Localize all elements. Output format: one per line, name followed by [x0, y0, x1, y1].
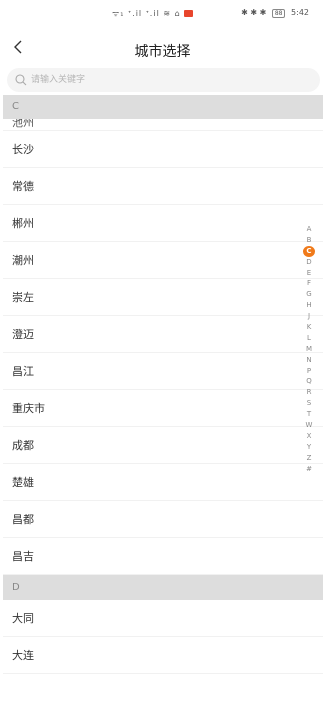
index-letter-j[interactable]: J: [303, 311, 315, 322]
index-letter-q[interactable]: Q: [303, 376, 315, 387]
search-input[interactable]: [31, 70, 301, 90]
page-title: 城市选择: [134, 44, 191, 60]
city-item-partial[interactable]: 池州: [3, 119, 323, 131]
index-letter-t[interactable]: T: [303, 409, 315, 420]
index-letter-w[interactable]: W: [303, 420, 315, 431]
index-letter-s[interactable]: S: [303, 398, 315, 409]
index-letter-z[interactable]: Z: [303, 453, 315, 464]
status-right-group: ✱ ✱ ✱ 88 5:42: [241, 8, 309, 18]
city-item[interactable]: 楚雄: [3, 464, 323, 501]
section-header-c: C: [3, 95, 323, 119]
index-letter-hash[interactable]: #: [303, 464, 315, 475]
index-letter-x[interactable]: X: [303, 431, 315, 442]
city-list-content: C 池州 长沙 常德 郴州 潮州 崇左 澄迈 昌江 重庆市 成都 楚雄 昌都 昌吉 D 大同 大连: [3, 95, 323, 674]
city-item[interactable]: 昌江: [3, 353, 323, 390]
index-letter-d[interactable]: D: [303, 257, 315, 268]
index-letter-y[interactable]: Y: [303, 442, 315, 453]
signal-icons-text: ᯤ₁ ᐩ.il ᐩ.il ≋ ⌂: [112, 9, 181, 18]
city-item[interactable]: 常德: [3, 168, 323, 205]
city-item[interactable]: 大同: [3, 600, 323, 637]
city-item[interactable]: 郴州: [3, 205, 323, 242]
city-item[interactable]: 昌都: [3, 501, 323, 538]
index-letter-l[interactable]: L: [303, 333, 315, 344]
city-item[interactable]: 长沙: [3, 131, 323, 168]
notification-app-icon: [184, 10, 194, 17]
index-letter-h[interactable]: H: [303, 300, 315, 311]
index-letter-a[interactable]: A: [303, 224, 315, 235]
index-letter-n[interactable]: N: [303, 355, 315, 366]
city-list[interactable]: C 池州 长沙 常德 郴州 潮州 崇左 澄迈 昌江 重庆市 成都 楚雄 昌都 昌吉 D 大同 大连: [3, 95, 323, 697]
index-letter-k[interactable]: K: [303, 322, 315, 333]
search-icon: [15, 74, 27, 86]
index-letter-e[interactable]: E: [303, 268, 315, 279]
city-item[interactable]: 成都: [3, 427, 323, 464]
status-time: 5:42: [291, 8, 309, 17]
city-item[interactable]: 崇左: [3, 279, 323, 316]
section-header-d: D: [3, 575, 323, 600]
city-item[interactable]: 潮州: [3, 242, 323, 279]
city-item[interactable]: 澄迈: [3, 316, 323, 353]
index-letter-r[interactable]: R: [303, 387, 315, 398]
index-letter-b[interactable]: B: [303, 235, 315, 246]
signal-wifi-icons: ᯤ₁ ᐩ.il ᐩ.il ≋ ⌂: [112, 8, 194, 19]
index-letter-m[interactable]: M: [303, 344, 315, 355]
index-letter-g[interactable]: G: [303, 289, 315, 300]
index-letter-c[interactable]: C: [303, 245, 315, 257]
search-bar[interactable]: [7, 68, 320, 92]
city-item[interactable]: 昌吉: [3, 538, 323, 575]
index-letter-f[interactable]: F: [303, 278, 315, 289]
index-letter-p[interactable]: P: [303, 366, 315, 377]
city-item[interactable]: 大连: [3, 637, 323, 674]
city-item[interactable]: 重庆市: [3, 390, 323, 427]
nav-bar: 城市选择: [0, 30, 325, 68]
battery-icon: 88: [271, 9, 286, 18]
system-status-icons: ✱ ✱ ✱: [241, 8, 267, 17]
alphabet-index-bar[interactable]: A B C D E F G H J K L M N P Q R S T W X Y Z #: [303, 224, 315, 474]
status-bar: ᯤ₁ ᐩ.il ᐩ.il ≋ ⌂ ✱ ✱ ✱ 88 5:42: [0, 0, 325, 26]
